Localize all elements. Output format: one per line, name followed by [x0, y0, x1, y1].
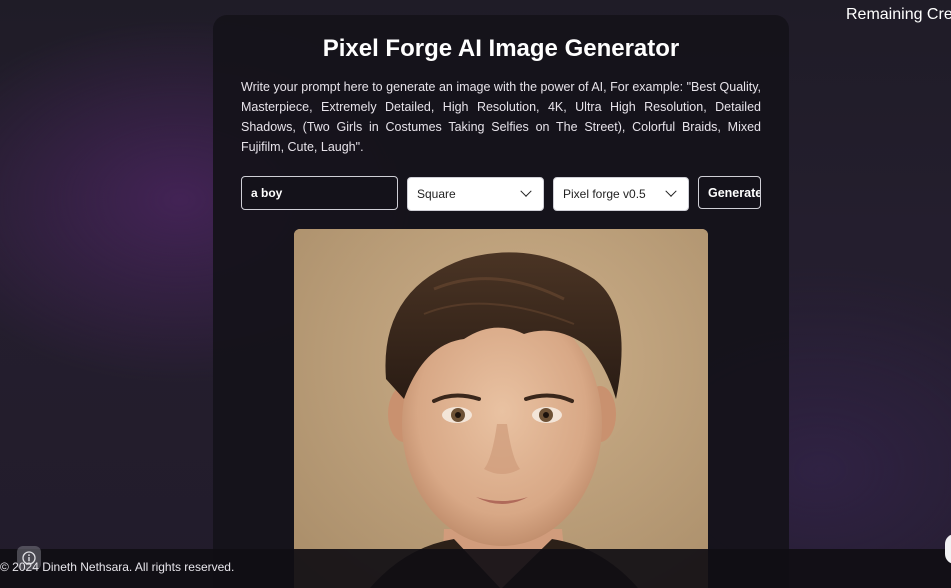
size-select[interactable]: Square	[407, 177, 544, 211]
copyright-text: © 2024 Dineth Nethsara. All rights reser…	[0, 560, 235, 574]
prompt-description: Write your prompt here to generate an im…	[241, 80, 761, 154]
footer: © 2024 Dineth Nethsara. All rights reser…	[0, 546, 951, 588]
model-select-value: Pixel forge v0.5	[563, 187, 646, 201]
model-select[interactable]: Pixel forge v0.5	[553, 177, 689, 211]
generator-card: Pixel Forge AI Image Generator Write you…	[213, 15, 789, 588]
page-title: Pixel Forge AI Image Generator	[322, 35, 680, 62]
generated-image	[294, 229, 708, 588]
chevron-down-icon	[665, 185, 677, 197]
chevron-down-icon	[520, 185, 532, 197]
floating-action-icon[interactable]	[945, 534, 951, 564]
boy-portrait-illustration	[294, 229, 708, 588]
prompt-input[interactable]	[241, 176, 398, 210]
size-select-value: Square	[417, 187, 456, 201]
generate-button[interactable]: Generate	[698, 176, 761, 209]
remaining-credits-label: Remaining Cre	[846, 6, 951, 23]
